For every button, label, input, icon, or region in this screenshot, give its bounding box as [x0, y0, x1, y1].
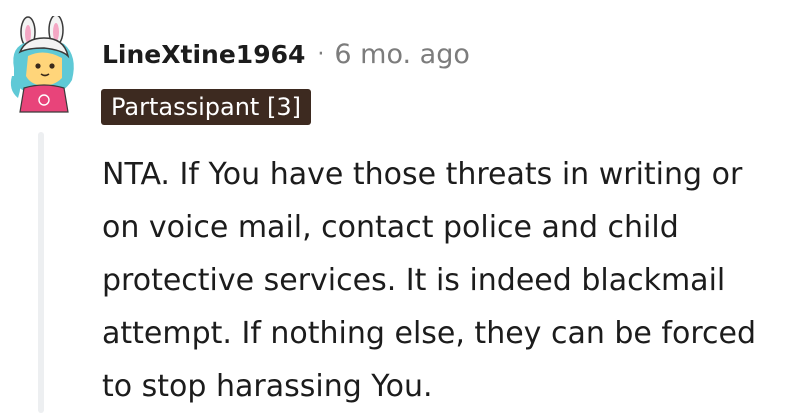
comment: LineXtine1964 · 6 mo. ago Partassipant […	[0, 0, 798, 413]
bunny-hood-avatar-icon	[10, 14, 74, 113]
comment-body: NTA. If You have those threats in writin…	[102, 157, 757, 404]
user-avatar[interactable]	[6, 14, 82, 114]
comment-timestamp[interactable]: 6 mo. ago	[334, 39, 469, 70]
thread-collapse-line[interactable]	[38, 132, 44, 413]
user-flair-badge: Partassipant [3]	[101, 89, 311, 125]
comment-meta: LineXtine1964 · 6 mo. ago	[102, 36, 470, 72]
meta-separator: ·	[317, 41, 325, 67]
username-link[interactable]: LineXtine1964	[102, 40, 305, 69]
